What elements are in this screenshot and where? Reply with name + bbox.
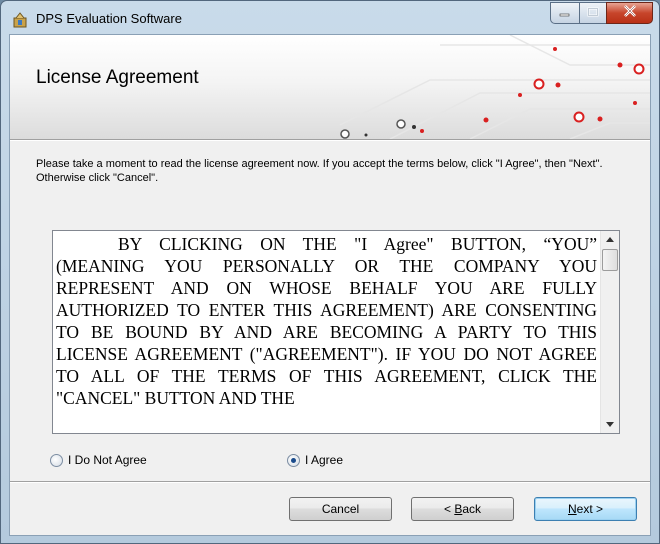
banner-divider <box>10 139 650 141</box>
instruction-text: Please take a moment to read the license… <box>36 158 603 184</box>
license-text-box[interactable]: BY CLICKING ON THE "I Agree" BUTTON, “YO… <box>52 230 620 434</box>
next-button[interactable]: Next > <box>534 497 637 521</box>
next-button-label: Next > <box>568 502 603 516</box>
do-not-agree-label: I Do Not Agree <box>68 453 147 467</box>
scroll-thumb[interactable] <box>602 249 618 271</box>
back-rest: ack <box>462 502 482 516</box>
cancel-button[interactable]: Cancel <box>289 497 392 521</box>
footer-divider <box>10 481 650 483</box>
minimize-icon <box>559 4 571 22</box>
maximize-button[interactable] <box>579 2 606 24</box>
license-scrollbar[interactable] <box>600 231 619 433</box>
radio-agree[interactable]: I Agree <box>287 453 343 467</box>
radio-do-not-agree[interactable]: I Do Not Agree <box>50 453 147 467</box>
next-rest: ext > <box>576 502 604 516</box>
back-button-label: < Back <box>444 502 481 516</box>
caption-buttons <box>550 2 653 24</box>
close-button[interactable] <box>606 2 653 24</box>
installer-window: DPS Evaluation Software License Agreemen… <box>0 0 660 544</box>
arrow-down-icon <box>606 420 614 429</box>
cancel-button-label: Cancel <box>321 502 360 516</box>
radio-button-unselected[interactable] <box>50 453 63 467</box>
radio-button-selected[interactable] <box>287 453 300 467</box>
license-text: BY CLICKING ON THE "I Agree" BUTTON, “YO… <box>56 234 597 408</box>
next-accelerator: N <box>567 502 577 516</box>
minimize-button[interactable] <box>550 2 579 24</box>
radio-selected-dot <box>291 457 296 463</box>
installer-package-icon <box>12 12 28 28</box>
close-icon <box>623 4 637 22</box>
window-title: DPS Evaluation Software <box>36 11 182 26</box>
back-button[interactable]: < Back <box>411 497 514 521</box>
back-prefix: < <box>443 502 455 516</box>
agree-label: I Agree <box>305 453 344 467</box>
page-title: License Agreement <box>36 67 199 88</box>
arrow-up-icon <box>606 235 614 244</box>
dialog-client-area: License Agreement Please take a moment t… <box>9 34 651 536</box>
title-bar[interactable]: DPS Evaluation Software <box>1 1 659 35</box>
scroll-up-button[interactable] <box>601 231 619 248</box>
maximize-icon <box>587 4 599 22</box>
scroll-down-button[interactable] <box>601 416 619 433</box>
header-banner: License Agreement <box>10 35 650 139</box>
